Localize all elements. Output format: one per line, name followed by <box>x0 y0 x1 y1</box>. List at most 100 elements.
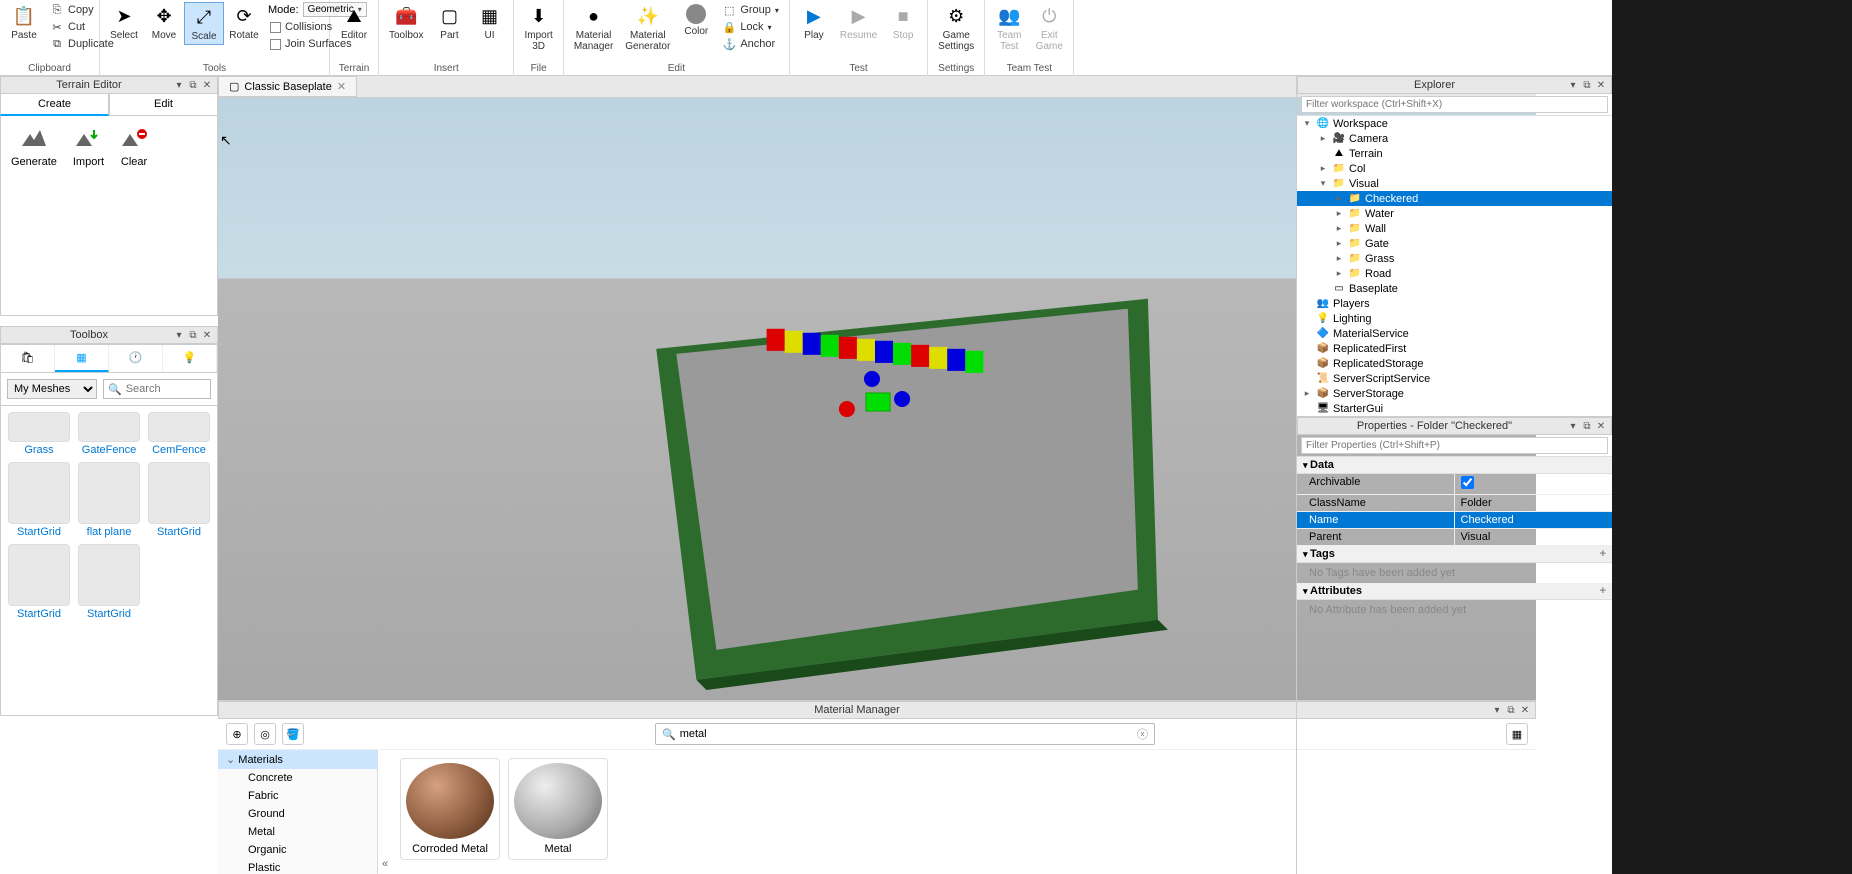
explorer-tree-row[interactable]: ▸📁Road <box>1297 266 1612 281</box>
popout-icon[interactable]: ⧉ <box>1581 421 1593 432</box>
property-row[interactable]: ParentVisual <box>1297 529 1612 546</box>
material-tree-item[interactable]: Materials <box>218 750 377 769</box>
tab-edit[interactable]: Edit <box>109 94 218 116</box>
explorer-tree-row[interactable]: ▸📁Grass <box>1297 251 1612 266</box>
close-icon[interactable]: ✕ <box>201 80 213 91</box>
dropdown-icon[interactable]: ▾ <box>1567 421 1579 432</box>
material-tree-item[interactable]: Ground <box>218 805 377 823</box>
close-icon[interactable]: ✕ <box>1595 421 1607 432</box>
explorer-tree-row[interactable]: ▸📁Checkered <box>1297 191 1612 206</box>
property-row[interactable]: Archivable <box>1297 474 1612 495</box>
terrain-editor-button[interactable]: ⛰Editor <box>334 2 374 43</box>
dropdown-icon[interactable]: ▾ <box>173 80 185 91</box>
rotate-button[interactable]: ⟳Rotate <box>224 2 264 43</box>
add-material-button[interactable]: ⊕ <box>226 723 248 745</box>
toolbox-tab-marketplace[interactable]: 🛍 <box>1 345 55 372</box>
explorer-tree-row[interactable]: ▭Baseplate <box>1297 281 1612 296</box>
paste-button[interactable]: 📋Paste <box>4 2 44 43</box>
scene-tab[interactable]: ▢Classic Baseplate✕ <box>218 76 357 97</box>
explorer-tree-row[interactable]: ▸📁Gate <box>1297 236 1612 251</box>
locate-material-button[interactable]: ◎ <box>254 723 276 745</box>
ui-button[interactable]: ▦UI <box>469 2 509 43</box>
tab-create[interactable]: Create <box>0 94 109 116</box>
material-tree-item[interactable]: Fabric <box>218 787 377 805</box>
import3d-button[interactable]: ⬇Import 3D <box>518 2 558 54</box>
exit-game-button[interactable]: ⏻Exit Game <box>1029 2 1069 54</box>
color-button[interactable]: Color <box>676 2 716 39</box>
generate-button[interactable]: Generate <box>11 126 57 305</box>
expand-icon[interactable]: ▸ <box>1301 388 1313 399</box>
explorer-tree-row[interactable]: ▸📁Wall <box>1297 221 1612 236</box>
explorer-filter-input[interactable] <box>1301 96 1608 113</box>
property-value[interactable] <box>1455 474 1613 494</box>
expand-icon[interactable]: ▸ <box>1317 133 1329 144</box>
dropdown-icon[interactable]: ▾ <box>173 330 185 341</box>
scale-button[interactable]: ⤢Scale <box>184 2 224 45</box>
prop-section-attributes[interactable]: Attributes+ <box>1297 583 1612 600</box>
material-manager-button[interactable]: ●Material Manager <box>568 2 619 54</box>
resume-button[interactable]: ▶Resume <box>834 2 883 43</box>
stop-button[interactable]: ■Stop <box>883 2 923 43</box>
play-button[interactable]: ▶Play <box>794 2 834 43</box>
lock-button[interactable]: 🔒Lock▾ <box>720 19 781 35</box>
explorer-tree-row[interactable]: ▸📁Water <box>1297 206 1612 221</box>
material-tree-item[interactable]: Concrete <box>218 769 377 787</box>
clear-button[interactable]: Clear <box>120 126 148 305</box>
expand-icon[interactable]: ▸ <box>1317 163 1329 174</box>
toolbox-item[interactable]: StartGrid <box>147 462 211 538</box>
popout-icon[interactable]: ⧉ <box>187 80 199 91</box>
add-attribute-button[interactable]: + <box>1600 585 1606 597</box>
expand-icon[interactable]: ▸ <box>1333 238 1345 249</box>
move-button[interactable]: ✥Move <box>144 2 184 43</box>
toolbox-item[interactable]: flat plane <box>77 462 141 538</box>
toolbox-button[interactable]: 🧰Toolbox <box>383 2 429 43</box>
properties-filter-input[interactable] <box>1301 437 1608 454</box>
add-tag-button[interactable]: + <box>1600 548 1606 560</box>
material-item[interactable]: Corroded Metal <box>400 758 500 860</box>
toolbox-tab-recent[interactable]: 🕐 <box>109 345 163 372</box>
expand-icon[interactable]: ▸ <box>1333 208 1345 219</box>
explorer-tree-row[interactable]: ▸🎥Camera <box>1297 131 1612 146</box>
material-tree-item[interactable]: Organic <box>218 841 377 859</box>
anchor-button[interactable]: ⚓Anchor <box>720 36 781 52</box>
toolbox-tab-inventory[interactable]: ▦ <box>55 345 109 372</box>
toolbox-item[interactable]: StartGrid <box>77 544 141 620</box>
property-value[interactable]: Folder <box>1455 495 1613 511</box>
expand-icon[interactable]: ▸ <box>1333 268 1345 279</box>
prop-section-tags[interactable]: Tags+ <box>1297 546 1612 563</box>
explorer-tree-row[interactable]: 💡Lighting <box>1297 311 1612 326</box>
material-generator-button[interactable]: ✨Material Generator <box>619 2 676 54</box>
explorer-tree-row[interactable]: ▾🌐Workspace <box>1297 116 1612 131</box>
material-tree-item[interactable]: Plastic <box>218 859 377 874</box>
explorer-tree-row[interactable]: ⛰Terrain <box>1297 146 1612 161</box>
explorer-tree-row[interactable]: 🔷MaterialService <box>1297 326 1612 341</box>
import-button[interactable]: Import <box>73 126 104 305</box>
explorer-tree-row[interactable]: 📦ReplicatedFirst <box>1297 341 1612 356</box>
toolbox-search-input[interactable] <box>126 383 206 395</box>
close-icon[interactable]: ✕ <box>337 80 346 93</box>
expand-icon[interactable]: ▾ <box>1317 178 1329 189</box>
toolbox-tab-creations[interactable]: 💡 <box>163 345 217 372</box>
checkbox-input[interactable] <box>1461 476 1474 489</box>
explorer-tree-row[interactable]: ▸📦ServerStorage <box>1297 386 1612 401</box>
explorer-tree-row[interactable]: ▾📁Visual <box>1297 176 1612 191</box>
property-row[interactable]: NameCheckered <box>1297 512 1612 529</box>
close-icon[interactable]: ✕ <box>1595 80 1607 91</box>
close-icon[interactable]: ✕ <box>201 330 213 341</box>
dropdown-icon[interactable]: ▾ <box>1567 80 1579 91</box>
toolbox-item[interactable]: Grass <box>7 412 71 456</box>
part-button[interactable]: ▢Part <box>429 2 469 43</box>
expand-icon[interactable]: ▸ <box>1333 193 1345 204</box>
toolbox-item[interactable]: StartGrid <box>7 462 71 538</box>
toolbox-search[interactable]: 🔍 <box>103 379 211 399</box>
popout-icon[interactable]: ⧉ <box>187 330 199 341</box>
explorer-tree-row[interactable]: 🖥StarterGui <box>1297 401 1612 416</box>
property-row[interactable]: ClassNameFolder <box>1297 495 1612 512</box>
explorer-tree-row[interactable]: 📦ReplicatedStorage <box>1297 356 1612 371</box>
paint-material-button[interactable]: 🪣 <box>282 723 304 745</box>
expand-icon[interactable]: ▸ <box>1333 253 1345 264</box>
toolbox-item[interactable]: StartGrid <box>7 544 71 620</box>
material-tree-item[interactable]: Metal <box>218 823 377 841</box>
toolbox-category-dropdown[interactable]: My Meshes <box>7 379 97 399</box>
expand-icon[interactable]: ▾ <box>1301 118 1313 129</box>
